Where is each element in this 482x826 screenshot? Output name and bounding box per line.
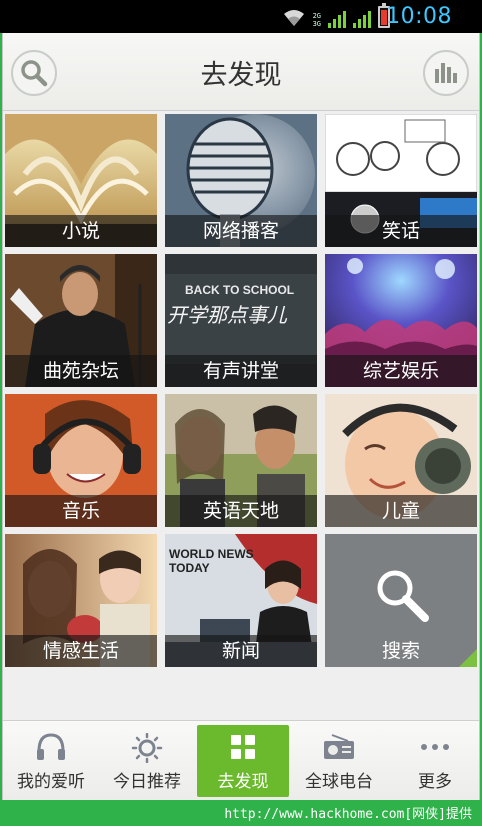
nav-discover[interactable]: 去发现 (197, 725, 289, 797)
signal-strength-icon (328, 8, 346, 28)
tile-emotional-life[interactable]: 情感生活 (5, 534, 157, 667)
now-playing-button[interactable] (423, 50, 469, 96)
tile-label: 新闻 (221, 640, 260, 662)
app-frame: 去发现 小说 网络播客 笑话 曲苑杂坛 BACK TO SCHOOL 开学那点事… (2, 33, 480, 800)
headphones-icon (37, 733, 65, 760)
tile-folk-arts[interactable]: 曲苑杂坛 (5, 254, 157, 387)
nav-more[interactable]: 更多 (389, 725, 481, 797)
corner-indicator (459, 649, 477, 667)
tile-label: 儿童 (381, 500, 420, 522)
tile-label: 网络播客 (202, 220, 279, 242)
nav-today-recommended[interactable]: 今日推荐 (101, 725, 193, 797)
tile-lecture-hall[interactable]: BACK TO SCHOOL 开学那点事儿 有声讲堂 (165, 254, 317, 387)
tile-label: 英语天地 (202, 500, 279, 522)
tile-children[interactable]: 儿童 (325, 394, 477, 527)
grid-icon (231, 735, 255, 759)
nav-label: 更多 (418, 772, 452, 792)
bar-chart-icon (435, 63, 457, 83)
footer-strip: http://www.hackhome.com[网侠]提供 (0, 800, 482, 826)
tile-novel[interactable]: 小说 (5, 114, 157, 247)
nav-label: 全球电台 (305, 772, 373, 792)
status-bar: 2G 3G 10:08 (0, 0, 482, 33)
tile-label: 小说 (61, 220, 100, 242)
page-title: 去发现 (200, 60, 282, 91)
nav-label: 今日推荐 (113, 772, 181, 792)
tile-label: 搜索 (381, 640, 420, 662)
tile-label: 曲苑杂坛 (42, 360, 119, 382)
sun-icon (131, 733, 163, 763)
tile-search[interactable]: 搜索 (325, 534, 477, 667)
nav-global-radio[interactable]: 全球电台 (293, 725, 385, 797)
signal-strength-2-icon (353, 8, 371, 28)
tile-label: 综艺娱乐 (362, 360, 439, 382)
tile-english[interactable]: 英语天地 (165, 394, 317, 527)
tile-jokes[interactable]: 笑话 (325, 114, 477, 247)
status-time: 10:08 (386, 4, 452, 29)
more-dots-icon (421, 744, 449, 750)
wifi-icon (283, 10, 304, 26)
svg-text:WORLD NEWS: WORLD NEWS (169, 547, 254, 561)
tile-label: 音乐 (61, 500, 100, 522)
nav-my-favorites[interactable]: 我的爱听 (5, 725, 97, 797)
watermark-text: http://www.hackhome.com[网侠]提供 (224, 807, 472, 822)
header-bar: 去发现 (3, 33, 479, 111)
nav-label: 我的爱听 (17, 772, 85, 792)
tile-news[interactable]: WORLD NEWS TODAY 新闻 (165, 534, 317, 667)
tile-variety[interactable]: 综艺娱乐 (325, 254, 477, 387)
radio-icon (324, 734, 354, 759)
svg-text:BACK TO SCHOOL: BACK TO SCHOOL (185, 283, 294, 297)
tile-podcast[interactable]: 网络播客 (165, 114, 317, 247)
network-indicator-2g: 2G 3G (312, 12, 321, 28)
svg-text:TODAY: TODAY (169, 561, 210, 575)
tile-label: 情感生活 (42, 640, 119, 662)
tile-label: 有声讲堂 (202, 360, 279, 382)
nav-label: 去发现 (217, 772, 269, 792)
bottom-nav: 我的爱听 今日推荐 去发现 全球电台 更多 (3, 720, 479, 800)
tile-label: 笑话 (381, 220, 420, 242)
search-icon (377, 570, 429, 622)
tile-music[interactable]: 音乐 (5, 394, 157, 527)
status-icons: 2G 3G (282, 3, 390, 28)
svg-text:开学那点事儿: 开学那点事儿 (167, 303, 288, 327)
